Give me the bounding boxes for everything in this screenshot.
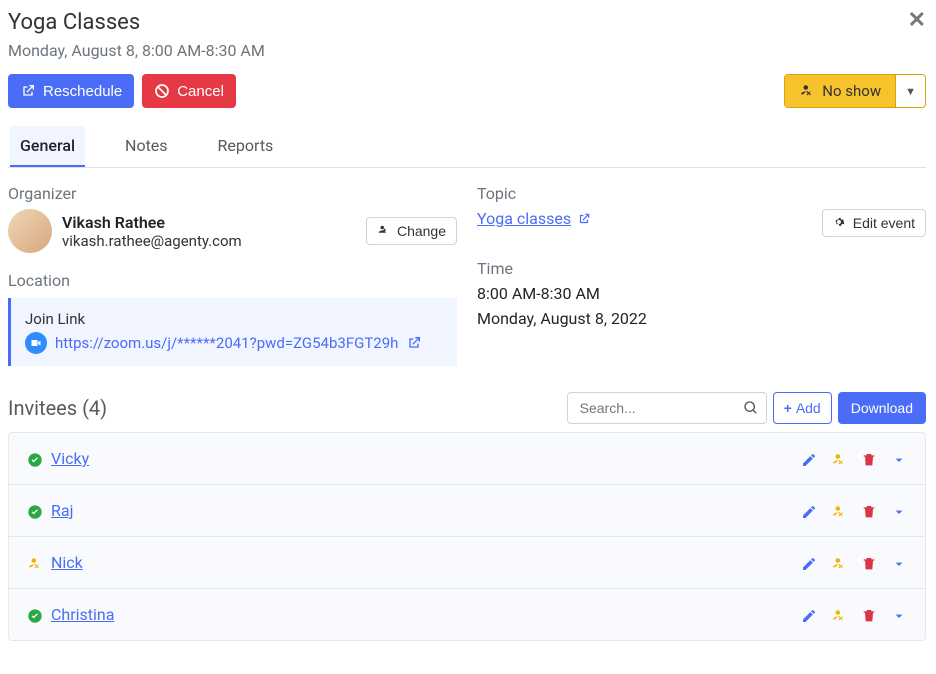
zoom-link[interactable]: https://zoom.us/j/******2041?pwd=ZG54b3F… bbox=[55, 334, 398, 352]
delete-invitee-icon[interactable] bbox=[861, 501, 877, 520]
open-link-icon[interactable] bbox=[406, 335, 422, 351]
location-card: Join Link https://zoom.us/j/******2041?p… bbox=[8, 298, 457, 366]
edit-event-button[interactable]: Edit event bbox=[822, 209, 926, 237]
invitee-name-link[interactable]: Nick bbox=[51, 553, 83, 572]
noshow-split-button[interactable]: No show ▼ bbox=[784, 74, 926, 108]
time-range: 8:00 AM-8:30 AM bbox=[477, 284, 926, 303]
external-link-icon bbox=[577, 212, 591, 226]
status-confirmed-icon bbox=[27, 501, 43, 520]
invitees-title: Invitees (4) bbox=[8, 396, 107, 420]
zoom-icon bbox=[25, 332, 47, 354]
change-organizer-button[interactable]: Change bbox=[366, 217, 457, 245]
ban-icon bbox=[154, 83, 170, 99]
organizer-label: Organizer bbox=[8, 184, 457, 203]
add-invitee-button[interactable]: +Add bbox=[773, 392, 832, 424]
noshow-icon bbox=[799, 83, 815, 99]
delete-invitee-icon[interactable] bbox=[861, 553, 877, 572]
invitee-row: Vicky bbox=[9, 433, 925, 485]
edit-invitee-icon[interactable] bbox=[801, 605, 817, 624]
mark-noshow-icon[interactable] bbox=[831, 501, 847, 520]
event-title: Yoga Classes bbox=[8, 10, 265, 35]
delete-invitee-icon[interactable] bbox=[861, 605, 877, 624]
organizer-email: vikash.rathee@agenty.com bbox=[62, 232, 242, 250]
invitee-row: Christina bbox=[9, 589, 925, 640]
organizer-avatar bbox=[8, 209, 52, 253]
edit-invitee-icon[interactable] bbox=[801, 553, 817, 572]
invitee-name-link[interactable]: Vicky bbox=[51, 449, 89, 468]
mark-noshow-icon[interactable] bbox=[831, 605, 847, 624]
user-change-icon bbox=[377, 224, 391, 238]
invitee-row: Raj bbox=[9, 485, 925, 537]
status-noshow-icon bbox=[27, 553, 43, 572]
time-label: Time bbox=[477, 259, 926, 278]
event-datetime: Monday, August 8, 8:00 AM-8:30 AM bbox=[8, 41, 265, 60]
time-date: Monday, August 8, 2022 bbox=[477, 309, 926, 328]
status-confirmed-icon bbox=[27, 605, 43, 624]
mark-noshow-icon[interactable] bbox=[831, 449, 847, 468]
tab-general[interactable]: General bbox=[10, 126, 85, 167]
invitee-name-link[interactable]: Raj bbox=[51, 501, 73, 520]
expand-row-icon[interactable] bbox=[891, 605, 907, 624]
join-link-label: Join Link bbox=[25, 310, 443, 328]
expand-row-icon[interactable] bbox=[891, 553, 907, 572]
edit-invitee-icon[interactable] bbox=[801, 501, 817, 520]
external-link-icon bbox=[20, 83, 36, 99]
tab-notes[interactable]: Notes bbox=[115, 126, 178, 167]
status-confirmed-icon bbox=[27, 449, 43, 468]
gear-icon bbox=[833, 216, 847, 230]
invitee-row: Nick bbox=[9, 537, 925, 589]
location-label: Location bbox=[8, 271, 457, 290]
noshow-dropdown-toggle[interactable]: ▼ bbox=[895, 75, 925, 107]
mark-noshow-icon[interactable] bbox=[831, 553, 847, 572]
invitee-list: Vicky Raj Nick Christina bbox=[8, 432, 926, 641]
organizer-name: Vikash Rathee bbox=[62, 213, 242, 232]
invitee-name-link[interactable]: Christina bbox=[51, 605, 114, 624]
delete-invitee-icon[interactable] bbox=[861, 449, 877, 468]
topic-link[interactable]: Yoga classes bbox=[477, 209, 591, 228]
topic-label: Topic bbox=[477, 184, 926, 203]
search-input[interactable] bbox=[567, 392, 767, 424]
expand-row-icon[interactable] bbox=[891, 501, 907, 520]
noshow-button[interactable]: No show bbox=[785, 75, 895, 107]
tab-reports[interactable]: Reports bbox=[208, 126, 284, 167]
close-icon[interactable]: ✕ bbox=[908, 10, 926, 32]
reschedule-button[interactable]: Reschedule bbox=[8, 74, 134, 108]
download-button[interactable]: Download bbox=[838, 392, 926, 424]
edit-invitee-icon[interactable] bbox=[801, 449, 817, 468]
search-icon[interactable] bbox=[743, 400, 759, 416]
expand-row-icon[interactable] bbox=[891, 449, 907, 468]
cancel-button[interactable]: Cancel bbox=[142, 74, 236, 108]
